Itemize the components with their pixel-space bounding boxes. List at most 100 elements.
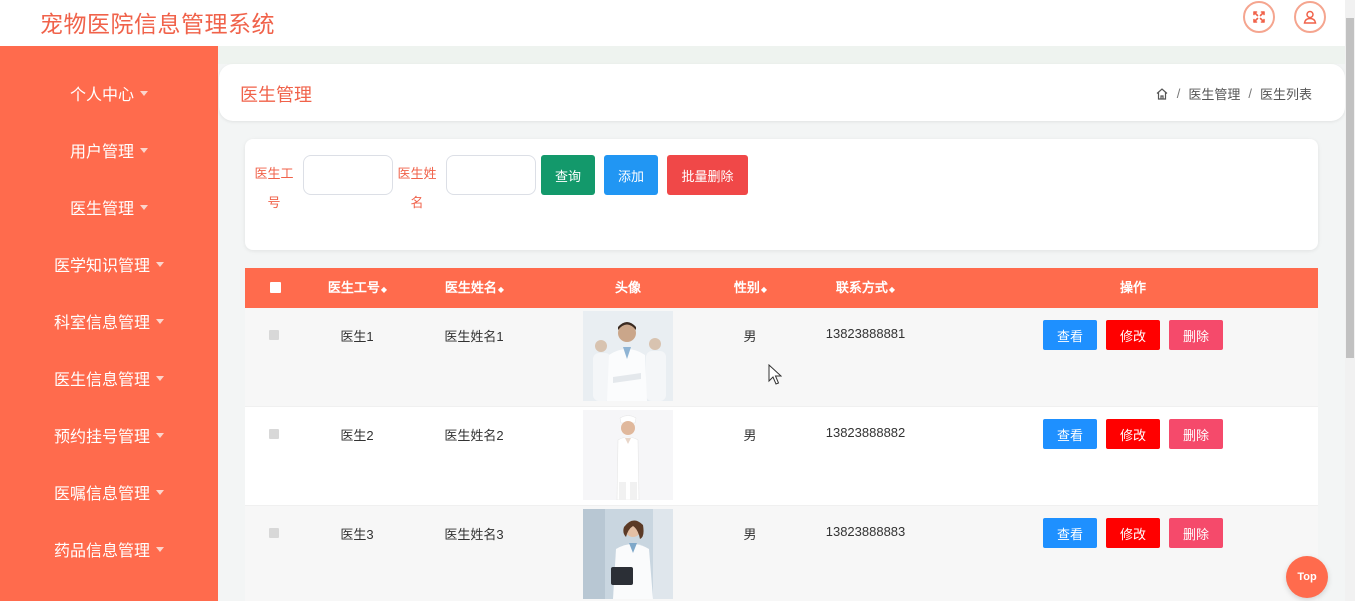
caret-down-icon [140,147,148,153]
sidebar-item-appointments[interactable]: 预约挂号管理 [0,415,218,455]
column-header-phone[interactable]: 联系方式◆ [825,268,905,308]
breadcrumb-separator: / [1248,86,1252,101]
page-scrollbar[interactable] [1345,0,1355,601]
home-icon[interactable] [1155,87,1169,101]
sidebar-item-label: 科室信息管理 [53,315,150,332]
caret-down-icon [156,546,164,552]
doctor-name-cell: 医生姓名1 [444,329,504,344]
search-form: 医生工 号 医生姓 名 查询 添加 批量删除 [245,139,1318,250]
doctor-id-label: 医生工 号 [254,152,294,210]
sort-icon: ◆ [760,285,767,294]
column-header-label: 医生姓名 [444,280,497,295]
sort-icon: ◆ [380,285,387,294]
doctor-id-label-line1: 医生工 [254,166,294,181]
doctor-name-label-line2: 名 [410,195,424,210]
gender-cell: 男 [743,527,757,542]
column-header-gender[interactable]: 性别◆ [710,268,790,308]
phone-cell: 13823888881 [825,326,906,341]
doctor-id-cell: 医生1 [340,329,374,344]
doctor-id-cell: 医生2 [340,428,374,443]
top-bar: 宠物医院信息管理系统 [0,0,1345,46]
table-row: 医生3 医生姓名3 男 13823888883 查看 修改 删除 [245,506,1318,601]
caret-down-icon [156,432,164,438]
view-button[interactable]: 查看 [1043,320,1097,350]
sidebar-item-label: 医学知识管理 [53,258,150,275]
select-all-checkbox[interactable] [270,282,281,293]
doctor-avatar-image [583,509,673,599]
edit-button[interactable]: 修改 [1106,419,1160,449]
table-row: 医生2 医生姓名2 男 13823888882 查看 修改 删除 [245,407,1318,506]
caret-down-icon [140,204,148,210]
doctor-avatar-image [583,311,673,401]
column-header-label: 性别 [733,280,760,295]
edit-button[interactable]: 修改 [1106,518,1160,548]
doctor-name-label: 医生姓 名 [397,152,437,210]
caret-down-icon [156,318,164,324]
sidebar-item-label: 医生信息管理 [53,372,150,389]
delete-button[interactable]: 删除 [1169,419,1223,449]
batch-delete-button[interactable]: 批量删除 [667,155,748,195]
delete-button[interactable]: 删除 [1169,518,1223,548]
caret-down-icon [140,90,148,96]
sidebar: 个人中心 用户管理 医生管理 医学知识管理 科室信息管理 医生信息管理 预约挂号… [0,46,218,601]
phone-cell: 13823888882 [825,425,906,440]
sidebar-item-label: 药品信息管理 [53,543,150,560]
sidebar-item-label: 医生管理 [69,201,134,218]
caret-down-icon [156,489,164,495]
breadcrumb-separator: / [1176,86,1181,101]
row-checkbox[interactable] [269,429,279,439]
sidebar-item-medical-orders[interactable]: 医嘱信息管理 [0,472,218,512]
breadcrumb-item-doctor-management[interactable]: 医生管理 [1188,84,1240,103]
fullscreen-icon[interactable] [1243,1,1275,33]
sidebar-item-medical-knowledge[interactable]: 医学知识管理 [0,244,218,284]
scrollbar-thumb[interactable] [1346,18,1354,358]
back-to-top-button[interactable]: Top [1286,556,1328,598]
delete-button[interactable]: 删除 [1169,320,1223,350]
column-header-label: 联系方式 [835,280,888,295]
query-button[interactable]: 查询 [541,155,595,195]
doctor-id-cell: 医生3 [340,527,374,542]
doctor-name-cell: 医生姓名3 [444,527,504,542]
doctor-id-label-line2: 号 [267,195,281,210]
row-checkbox[interactable] [269,330,279,340]
doctor-avatar-image [583,410,673,500]
row-checkbox[interactable] [269,528,279,538]
doctor-id-input[interactable] [303,155,393,195]
doctor-name-input[interactable] [446,155,536,195]
doctor-table: 医生工号◆ 医生姓名◆ 头像 性别◆ 联系方式◆ 操作 医生1 医生姓名1 男 [245,268,1318,601]
content-background [218,46,1345,64]
column-header-doctor-id[interactable]: 医生工号◆ [317,268,397,308]
app-title: 宠物医院信息管理系统 [40,11,275,37]
mouse-cursor-icon [768,364,782,385]
sidebar-item-doctors[interactable]: 医生管理 [0,187,218,227]
gender-cell: 男 [743,329,757,344]
column-header-avatar: 头像 [614,280,641,295]
page-header: 医生管理 / 医生管理 / 医生列表 [219,64,1345,121]
add-button[interactable]: 添加 [604,155,658,195]
sidebar-item-label: 个人中心 [69,87,134,104]
phone-cell: 13823888883 [825,524,906,539]
column-header-doctor-name[interactable]: 医生姓名◆ [434,268,514,308]
page-title: 医生管理 [240,85,312,105]
sort-icon: ◆ [888,285,895,294]
sidebar-item-personal-center[interactable]: 个人中心 [0,73,218,113]
sidebar-item-departments[interactable]: 科室信息管理 [0,301,218,341]
gender-cell: 男 [743,428,757,443]
table-header: 医生工号◆ 医生姓名◆ 头像 性别◆ 联系方式◆ 操作 [245,268,1318,308]
sidebar-item-doctor-info[interactable]: 医生信息管理 [0,358,218,398]
view-button[interactable]: 查看 [1043,518,1097,548]
view-button[interactable]: 查看 [1043,419,1097,449]
doctor-name-cell: 医生姓名2 [444,428,504,443]
column-header-actions: 操作 [1119,280,1146,295]
caret-down-icon [156,375,164,381]
breadcrumb: / 医生管理 / 医生列表 [1155,84,1312,103]
edit-button[interactable]: 修改 [1106,320,1160,350]
user-icon[interactable] [1294,1,1326,33]
table-row: 医生1 医生姓名1 男 13823888881 查看 修改 删除 [245,308,1318,407]
caret-down-icon [156,261,164,267]
sidebar-item-users[interactable]: 用户管理 [0,130,218,170]
sidebar-item-drugs[interactable]: 药品信息管理 [0,529,218,569]
breadcrumb-item-doctor-list: 医生列表 [1259,87,1312,102]
doctor-name-label-line1: 医生姓 [397,166,437,181]
sidebar-item-label: 用户管理 [69,144,134,161]
